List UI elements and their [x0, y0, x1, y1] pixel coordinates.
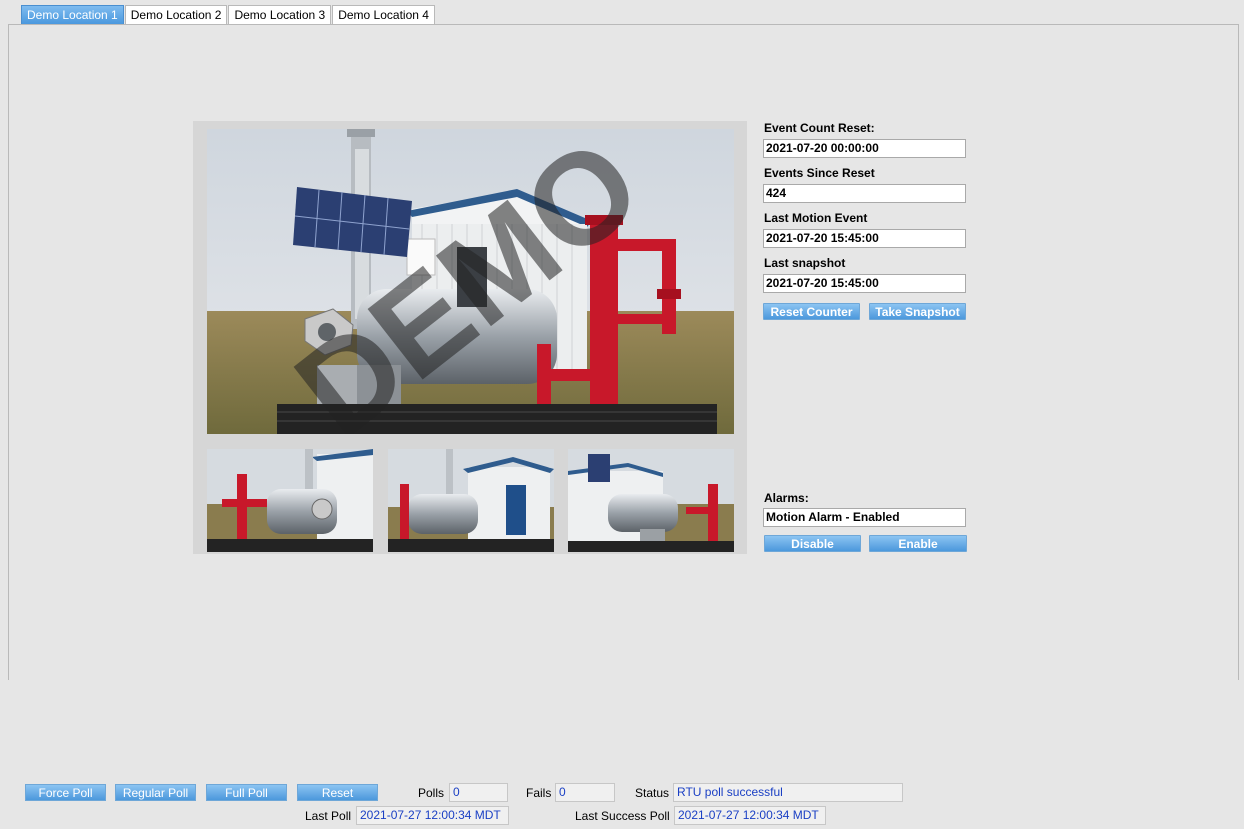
fails-label: Fails	[526, 786, 552, 800]
status-label: Status	[635, 786, 670, 800]
last-success-poll-field: 2021-07-27 12:00:34 MDT	[674, 806, 826, 825]
last-poll-label: Last Poll	[305, 809, 352, 823]
disable-alarm-button[interactable]: Disable	[764, 535, 861, 552]
fails-field: 0	[555, 783, 615, 802]
alarms-label: Alarms:	[764, 491, 809, 505]
event-count-reset-field: 2021-07-20 00:00:00	[763, 139, 966, 158]
reset-counter-button[interactable]: Reset Counter	[763, 303, 860, 320]
take-snapshot-button[interactable]: Take Snapshot	[869, 303, 966, 320]
last-motion-event-label: Last Motion Event	[764, 211, 868, 225]
last-poll-field: 2021-07-27 12:00:34 MDT	[356, 806, 509, 825]
alarm-status-field: Motion Alarm - Enabled	[763, 508, 966, 527]
last-snapshot-label: Last snapshot	[764, 256, 846, 270]
thumbnail-1[interactable]	[207, 449, 373, 552]
events-since-reset-field: 424	[763, 184, 966, 203]
enable-alarm-button[interactable]: Enable	[869, 535, 967, 552]
tab-demo-location-4[interactable]: Demo Location 4	[332, 5, 435, 24]
force-poll-button[interactable]: Force Poll	[25, 784, 106, 801]
last-success-poll-label: Last Success Poll	[575, 809, 670, 823]
status-field: RTU poll successful	[673, 783, 903, 802]
polls-field: 0	[449, 783, 508, 802]
last-snapshot-field: 2021-07-20 15:45:00	[763, 274, 966, 293]
tab-demo-location-1[interactable]: Demo Location 1	[21, 5, 124, 24]
full-poll-button[interactable]: Full Poll	[206, 784, 287, 801]
thumbnail-2[interactable]	[388, 449, 554, 552]
regular-poll-button[interactable]: Regular Poll	[115, 784, 196, 801]
polls-label: Polls	[418, 786, 445, 800]
tab-demo-location-2[interactable]: Demo Location 2	[124, 5, 228, 24]
main-camera-photo: DEMO	[207, 129, 734, 434]
thumbnail-3[interactable]	[568, 449, 734, 552]
location-tabs: Demo Location 1 Demo Location 2 Demo Loc…	[21, 5, 436, 24]
last-motion-event-field: 2021-07-20 15:45:00	[763, 229, 966, 248]
event-count-reset-label: Event Count Reset:	[764, 121, 875, 135]
tab-demo-location-3[interactable]: Demo Location 3	[228, 5, 332, 24]
reset-button[interactable]: Reset	[297, 784, 378, 801]
events-since-reset-label: Events Since Reset	[764, 166, 875, 180]
